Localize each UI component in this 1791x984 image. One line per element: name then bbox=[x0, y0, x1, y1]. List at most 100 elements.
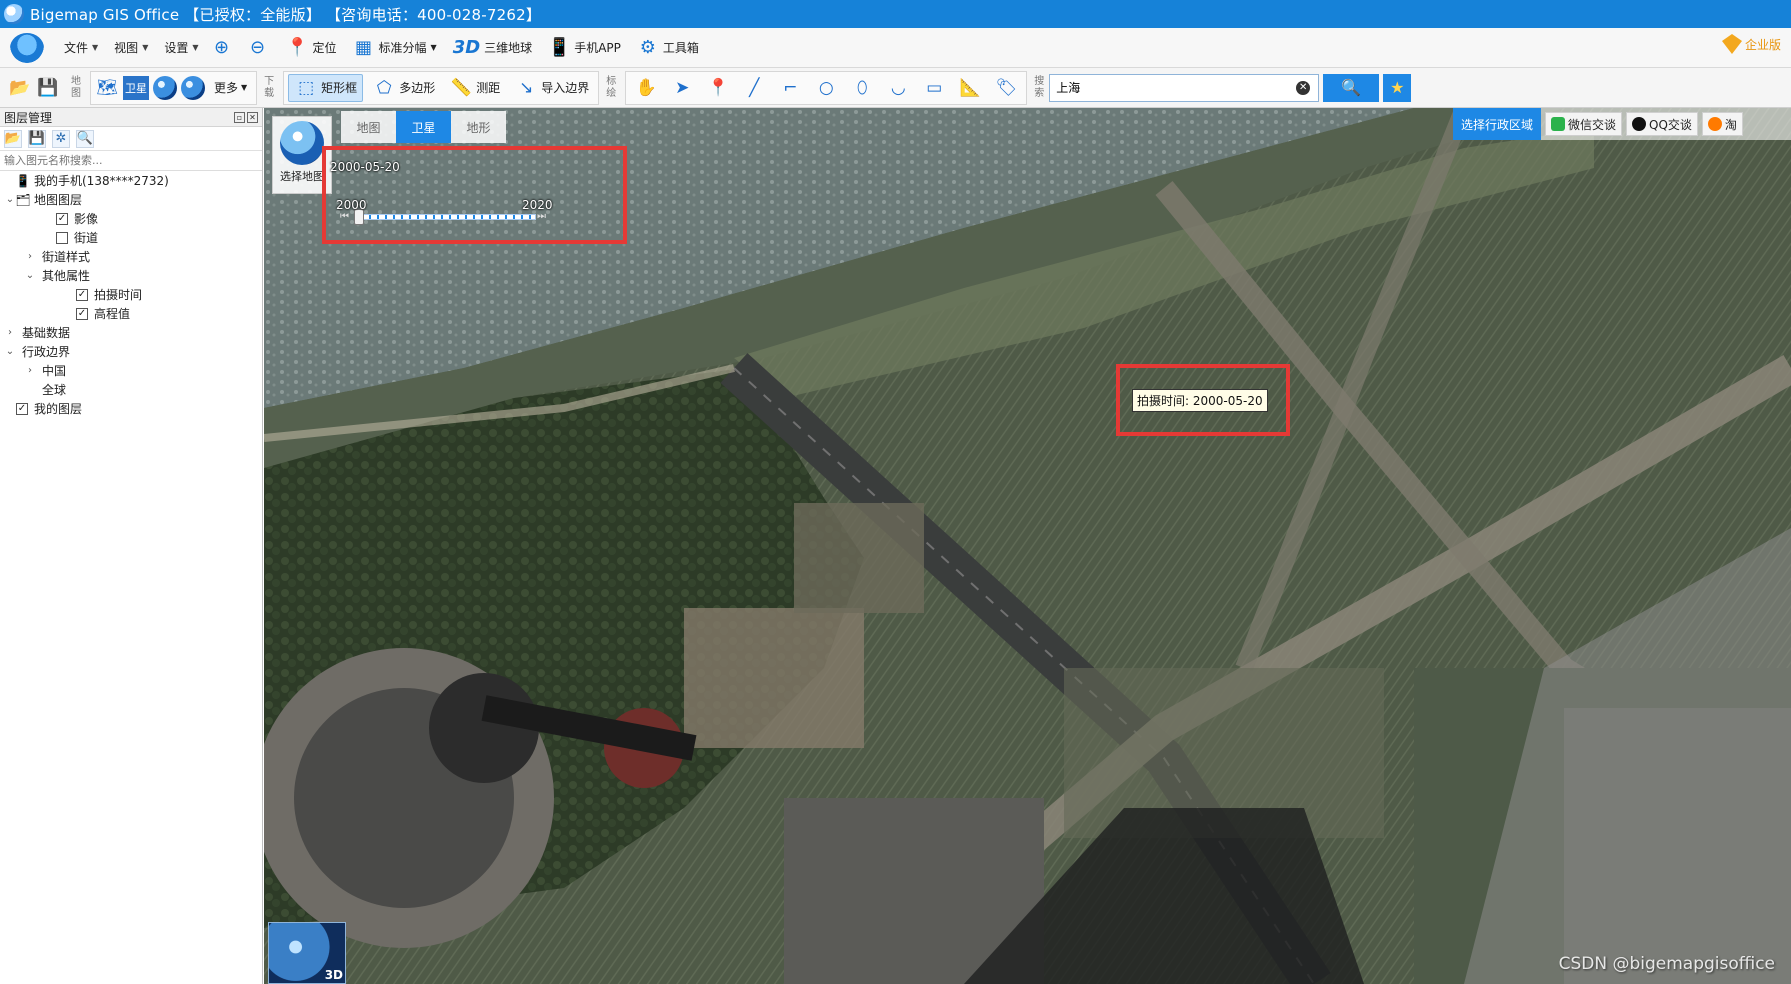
zoom-in-icon[interactable]: ⊕ bbox=[211, 37, 233, 59]
title-bar: Bigemap GIS Office 【已授权：全能版】 【咨询电话：400-0… bbox=[0, 0, 1791, 28]
settings-icon[interactable]: ✲ bbox=[52, 129, 70, 148]
layer-label: 其他属性 bbox=[42, 269, 91, 283]
layer-tree-item[interactable]: › 中国 bbox=[0, 361, 262, 380]
rectangle-select-button[interactable]: ⬚ 矩形框 bbox=[288, 73, 364, 102]
timeline-start-year: 2000 bbox=[336, 198, 367, 212]
rectangle-icon[interactable]: ▭ bbox=[922, 76, 946, 100]
layer-tree-item[interactable]: › 街道样式 bbox=[0, 247, 262, 266]
toolbox-button[interactable]: ⚙ 工具箱 bbox=[629, 33, 707, 63]
layer-tree-item[interactable]: ✓ 拍摄时间 bbox=[0, 285, 262, 304]
map-view[interactable]: 选择地图 地图 卫星 地形 选择行政区域 微信交谈 QQ交谈 淘 2000-05… bbox=[264, 108, 1791, 984]
chevron-down-icon[interactable]: ⌄ bbox=[4, 346, 16, 357]
search-icon[interactable]: 🔍 bbox=[76, 129, 94, 148]
google-earth-icon[interactable] bbox=[153, 75, 177, 100]
layer-tree-item[interactable]: ✓ 高程值 bbox=[0, 304, 262, 323]
mobile-app-button[interactable]: 📱 手机APP bbox=[540, 33, 629, 63]
globe-icon[interactable] bbox=[181, 75, 205, 100]
marker-icon[interactable]: 📍 bbox=[706, 76, 730, 100]
locate-button[interactable]: 📍 定位 bbox=[279, 33, 345, 63]
layer-checkbox[interactable] bbox=[56, 231, 68, 244]
layer-tree-item[interactable]: › 基础数据 bbox=[0, 323, 262, 342]
layer-checkbox[interactable]: ✓ bbox=[76, 307, 88, 320]
polyline-icon[interactable]: ⌐ bbox=[778, 76, 802, 100]
ellipse-icon[interactable]: ⬯ bbox=[850, 76, 874, 100]
save-icon[interactable]: 💾 bbox=[28, 129, 46, 148]
app-menu-icon[interactable] bbox=[10, 32, 44, 63]
polygon-select-button[interactable]: ⬠ 多边形 bbox=[367, 74, 440, 102]
layer-tree-item[interactable]: ✓ 影像 bbox=[0, 209, 262, 228]
layer-checkbox[interactable]: ✓ bbox=[76, 288, 88, 301]
timeline-track[interactable] bbox=[354, 214, 536, 220]
timeline-start-icon[interactable]: ⏮ bbox=[340, 211, 349, 222]
enterprise-badge[interactable]: 企业版 bbox=[1721, 34, 1781, 54]
arc-icon[interactable]: ◡ bbox=[886, 76, 910, 100]
layer-tree-item[interactable]: ⌄ 行政边界 bbox=[0, 342, 262, 361]
layer-checkbox[interactable]: ✓ bbox=[16, 402, 28, 415]
map-source-icon[interactable]: 🗺 bbox=[95, 76, 119, 100]
layer-panel: 图层管理 ▫ ✕ 📂 💾 ✲ 🔍 📱我的手机(138****2732)⌄🗂地图图… bbox=[0, 108, 263, 984]
close-icon[interactable]: ✕ bbox=[247, 111, 258, 123]
open-folder-icon[interactable]: 📂 bbox=[8, 76, 32, 100]
satellite-source-icon[interactable]: 卫星 bbox=[123, 75, 149, 100]
open-folder-icon[interactable]: 📂 bbox=[4, 129, 22, 148]
chevron-down-icon[interactable]: ⌄ bbox=[24, 270, 36, 281]
layer-checkbox[interactable]: ✓ bbox=[56, 212, 68, 225]
layer-label: 地图图层 bbox=[34, 193, 83, 207]
clear-icon[interactable]: ✕ bbox=[1296, 80, 1311, 95]
wechat-chat-button[interactable]: 微信交谈 bbox=[1545, 112, 1623, 136]
layer-tree-item[interactable]: 街道 bbox=[0, 228, 262, 247]
layers-icon: 🗂 bbox=[15, 192, 31, 207]
standard-grid-button[interactable]: ▦ 标准分幅 ▼ bbox=[345, 33, 445, 63]
tab-terrain[interactable]: 地形 bbox=[451, 111, 506, 143]
layer-tree-item[interactable]: ⌄ 🗂 地图图层 bbox=[0, 190, 262, 209]
line-icon[interactable]: ╱ bbox=[742, 76, 766, 100]
menu-file[interactable]: 文件 ▼ bbox=[56, 33, 106, 63]
layer-tree-item[interactable]: ⌄ 其他属性 bbox=[0, 266, 262, 285]
hand-pan-icon[interactable]: ✋ bbox=[634, 76, 658, 100]
qq-chat-button[interactable]: QQ交谈 bbox=[1626, 112, 1698, 136]
imagery-timeline[interactable]: ⏮ ⏭ bbox=[340, 209, 546, 225]
layer-label: 街道 bbox=[74, 231, 99, 245]
timeline-end-icon[interactable]: ⏭ bbox=[537, 211, 546, 222]
chevron-right-icon[interactable]: › bbox=[24, 251, 36, 262]
layer-label: 基础数据 bbox=[22, 326, 71, 340]
menu-settings[interactable]: 设置 ▼ bbox=[156, 33, 206, 63]
tab-map[interactable]: 地图 bbox=[341, 111, 396, 143]
search-input[interactable] bbox=[1050, 74, 1297, 101]
layer-label: 影像 bbox=[74, 212, 99, 226]
favorite-button[interactable]: ★ bbox=[1383, 73, 1412, 102]
search-button[interactable]: 🔍 bbox=[1323, 73, 1380, 102]
timeline-current-date: 2000-05-20 bbox=[330, 160, 400, 174]
menu-view[interactable]: 视图 ▼ bbox=[106, 33, 156, 63]
ruler-tool-icon[interactable]: 📐 bbox=[958, 76, 982, 100]
layer-tree-item[interactable]: 📱 我的手机(138****2732) bbox=[0, 171, 262, 190]
taobao-chat-button[interactable]: 淘 bbox=[1701, 112, 1743, 136]
map-group-label: 地图 bbox=[71, 75, 81, 99]
chevron-down-icon[interactable]: ⌄ bbox=[4, 194, 16, 205]
select-region-button[interactable]: 选择行政区域 bbox=[1452, 108, 1541, 140]
layer-tree-item[interactable]: ✓ 我的图层 bbox=[0, 399, 262, 418]
more-button[interactable]: 更多 ▼ bbox=[209, 74, 252, 102]
zoom-out-icon[interactable]: ⊖ bbox=[247, 37, 269, 59]
chevron-right-icon[interactable]: › bbox=[24, 365, 36, 376]
layer-tree: 📱 我的手机(138****2732) ⌄ 🗂 地图图层 ✓ 影像 街道 › 街道样式 ⌄ 其他属性 ✓… bbox=[0, 171, 262, 418]
label-icon[interactable]: 🏷 bbox=[994, 76, 1018, 100]
chevron-down-icon: ▼ bbox=[430, 43, 437, 52]
save-icon[interactable]: 💾 bbox=[36, 76, 60, 100]
measure-distance-button[interactable]: 📏 测距 bbox=[444, 74, 505, 102]
tab-satellite[interactable]: 卫星 bbox=[396, 111, 451, 143]
import-border-button[interactable]: ↘ 导入边界 bbox=[509, 74, 594, 102]
timeline-end-year: 2020 bbox=[522, 198, 553, 212]
pointer-icon[interactable]: ➤ bbox=[670, 76, 694, 100]
globe-3d-button[interactable]: 3D 三维地球 bbox=[445, 33, 540, 63]
chevron-right-icon[interactable]: › bbox=[4, 327, 16, 338]
circle-icon[interactable]: ○ bbox=[814, 76, 838, 100]
chevron-down-icon: ▼ bbox=[142, 43, 149, 52]
chevron-down-icon: ▼ bbox=[92, 43, 99, 52]
pin-icon[interactable]: ▫ bbox=[234, 111, 245, 123]
layer-search-input[interactable] bbox=[0, 151, 262, 171]
panel-title: 图层管理 bbox=[4, 110, 53, 125]
layer-tree-item[interactable]: 全球 bbox=[0, 380, 262, 399]
overview-minimap[interactable]: 3D bbox=[268, 922, 346, 984]
panel-controls: ▫ ✕ bbox=[234, 111, 258, 123]
